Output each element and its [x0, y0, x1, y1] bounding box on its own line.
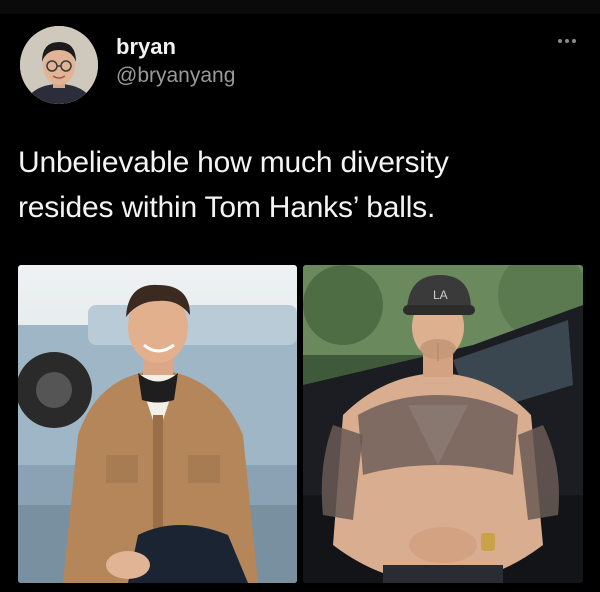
photo-tattooed-man-with-cap[interactable]: LA: [303, 265, 583, 583]
avatar[interactable]: [20, 26, 98, 104]
avatar-photo-icon: [20, 26, 98, 104]
tweet-text: Unbelievable how much diversity resides …: [18, 140, 578, 230]
svg-text:LA: LA: [433, 288, 448, 302]
author-name[interactable]: bryan: [116, 34, 176, 60]
more-options-icon[interactable]: [558, 36, 580, 46]
top-strip: [0, 0, 600, 14]
photo-right-image: LA: [303, 265, 583, 583]
tweet-card: bryan @bryanyang Unbelievable how much d…: [0, 0, 600, 592]
tweet-text-line-1: Unbelievable how much diversity: [18, 146, 449, 179]
photo-man-in-tan-jacket[interactable]: [18, 265, 297, 583]
author-handle[interactable]: @bryanyang: [116, 64, 235, 88]
photo-left-image: [18, 265, 297, 583]
tweet-text-line-2: resides within Tom Hanks’ balls.: [18, 191, 436, 224]
